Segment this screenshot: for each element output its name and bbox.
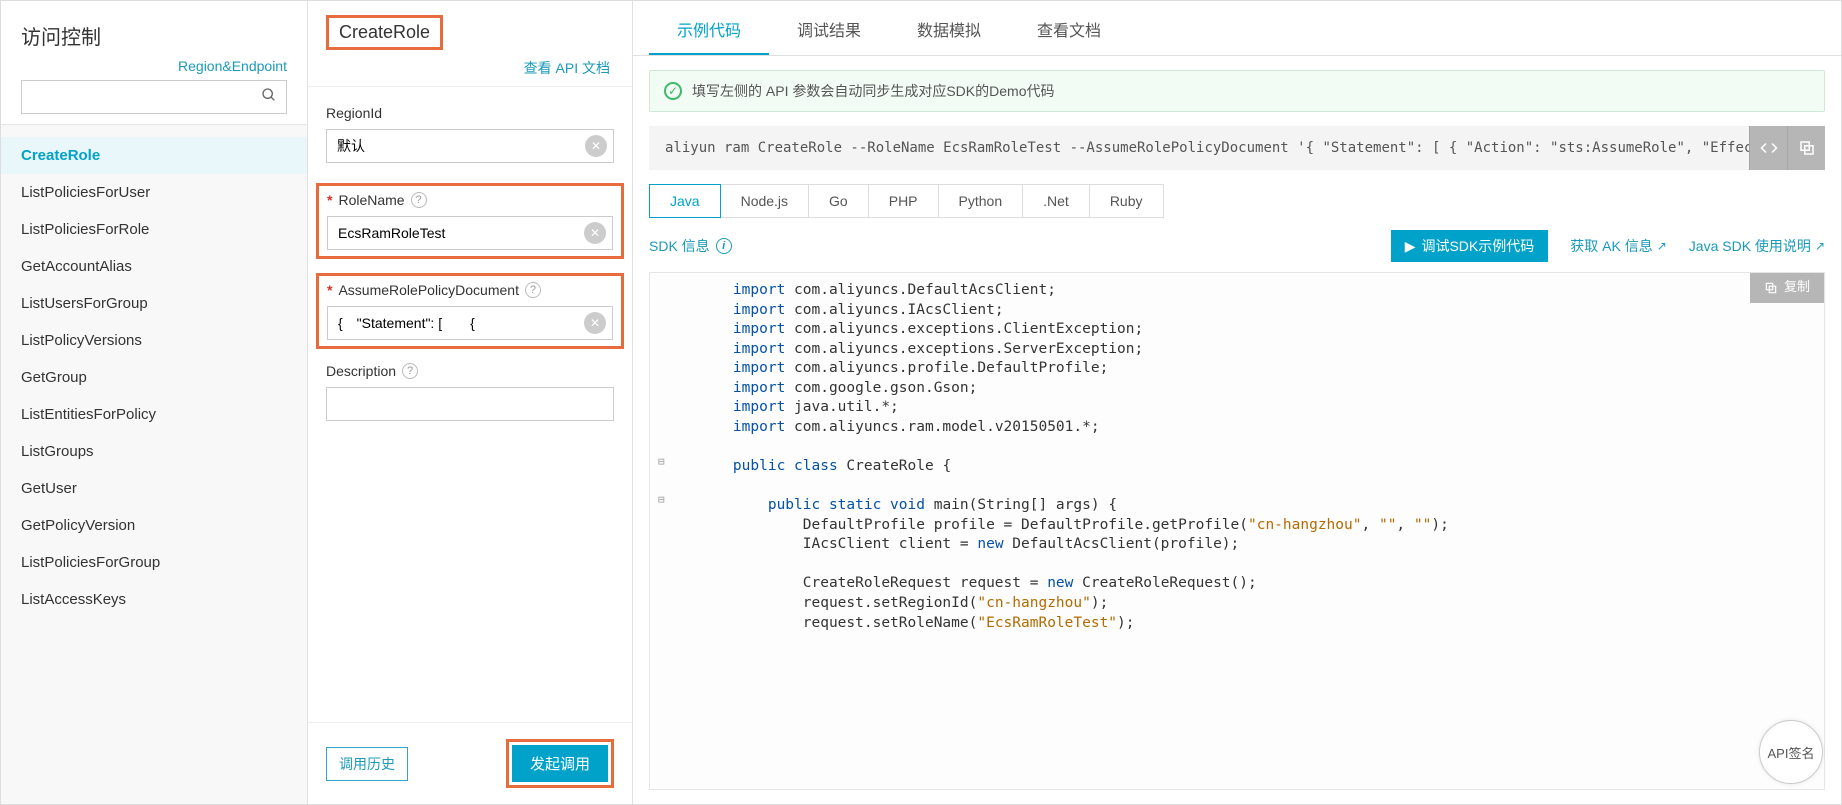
search-icon[interactable] — [252, 87, 286, 108]
code-area[interactable]: 复制 import com.aliyuncs.DefaultAcsClient;… — [649, 272, 1825, 790]
cli-command-text: aliyun ram CreateRole --RoleName EcsRamR… — [665, 140, 1811, 156]
result-tab[interactable]: 数据模拟 — [889, 1, 1009, 55]
description-label: Description — [326, 363, 396, 379]
get-ak-link[interactable]: 获取 AK 信息 ↗ — [1570, 236, 1667, 256]
policy-input[interactable] — [338, 315, 584, 331]
sidebar-item[interactable]: ListPolicyVersions — [1, 322, 307, 359]
result-panel: 示例代码调试结果数据模拟查看文档 ✓ 填写左侧的 API 参数会自动同步生成对应… — [633, 1, 1841, 804]
call-history-button[interactable]: 调用历史 — [326, 747, 408, 781]
api-signature-button[interactable]: API签名 — [1759, 720, 1823, 784]
play-icon: ▶ — [1405, 238, 1416, 255]
api-search[interactable] — [21, 80, 287, 114]
sidebar-item[interactable]: GetUser — [1, 470, 307, 507]
rolename-label: RoleName — [338, 192, 404, 208]
sidebar-item[interactable]: ListUsersForGroup — [1, 285, 307, 322]
sidebar: 访问控制 Region&Endpoint CreateRoleListPolic… — [1, 1, 308, 804]
help-icon[interactable]: ? — [402, 363, 418, 379]
field-assume-policy: * AssumeRolePolicyDocument ? ✕ — [316, 273, 624, 349]
result-tab[interactable]: 调试结果 — [769, 1, 889, 55]
regionid-input-wrap[interactable]: ✕ — [326, 129, 614, 163]
copy-button[interactable]: 复制 — [1750, 273, 1824, 303]
lang-tab[interactable]: Go — [808, 184, 869, 218]
help-icon[interactable]: ? — [525, 282, 541, 298]
sidebar-item[interactable]: ListEntitiesForPolicy — [1, 396, 307, 433]
info-icon: i — [716, 238, 732, 254]
page-title: 访问控制 — [21, 21, 287, 50]
result-tab[interactable]: 查看文档 — [1009, 1, 1129, 55]
help-icon[interactable]: ? — [411, 192, 427, 208]
run-sdk-button[interactable]: ▶ 调试SDK示例代码 — [1391, 230, 1549, 262]
sidebar-item[interactable]: GetAccountAlias — [1, 248, 307, 285]
api-list: CreateRoleListPoliciesForUserListPolicie… — [1, 125, 307, 804]
sidebar-item[interactable]: GetGroup — [1, 359, 307, 396]
cli-tool-code-icon[interactable] — [1749, 126, 1787, 170]
policy-label: AssumeRolePolicyDocument — [338, 282, 519, 298]
lang-tab[interactable]: Node.js — [720, 184, 809, 218]
lang-tab[interactable]: Python — [938, 184, 1024, 218]
policy-input-wrap[interactable]: ✕ — [327, 306, 613, 340]
regionid-label: RegionId — [326, 105, 382, 121]
lang-tab[interactable]: PHP — [868, 184, 939, 218]
result-tab[interactable]: 示例代码 — [649, 1, 769, 55]
lang-tab[interactable]: Java — [649, 184, 721, 218]
lang-tab[interactable]: .Net — [1022, 184, 1090, 218]
rolename-input-wrap[interactable]: ✕ — [327, 216, 613, 250]
lang-tabs: JavaNode.jsGoPHPPython.NetRuby — [649, 184, 1825, 218]
sidebar-item[interactable]: ListGroups — [1, 433, 307, 470]
external-link-icon: ↗ — [1815, 239, 1825, 253]
clear-icon[interactable]: ✕ — [585, 135, 607, 157]
api-search-input[interactable] — [22, 89, 252, 105]
code-content: import com.aliyuncs.DefaultAcsClient; im… — [650, 273, 1824, 641]
description-input-wrap[interactable] — [326, 387, 614, 421]
invoke-button-highlight: 发起调用 — [506, 739, 614, 788]
sidebar-item[interactable]: CreateRole — [1, 137, 307, 174]
sdk-info-link[interactable]: SDK 信息 i — [649, 236, 732, 256]
required-marker: * — [327, 192, 332, 208]
check-icon: ✓ — [664, 82, 682, 100]
clear-icon[interactable]: ✕ — [584, 312, 606, 334]
regionid-input[interactable] — [337, 138, 585, 154]
api-name: CreateRole — [339, 22, 430, 43]
sidebar-item[interactable]: ListPoliciesForGroup — [1, 544, 307, 581]
lang-tab[interactable]: Ruby — [1089, 184, 1164, 218]
invoke-button[interactable]: 发起调用 — [512, 745, 608, 782]
field-description: Description ? — [326, 363, 614, 421]
hint-text: 填写左侧的 API 参数会自动同步生成对应SDK的Demo代码 — [692, 81, 1054, 101]
view-api-doc-link[interactable]: 查看 API 文档 — [326, 58, 614, 78]
clear-icon[interactable]: ✕ — [584, 222, 606, 244]
description-input[interactable] — [337, 396, 607, 412]
external-link-icon: ↗ — [1657, 239, 1667, 253]
sdk-guide-link[interactable]: Java SDK 使用说明 ↗ — [1689, 236, 1825, 256]
hint-bar: ✓ 填写左侧的 API 参数会自动同步生成对应SDK的Demo代码 — [649, 70, 1825, 112]
result-tabs: 示例代码调试结果数据模拟查看文档 — [633, 1, 1841, 56]
sidebar-item[interactable]: ListAccessKeys — [1, 581, 307, 618]
sidebar-item[interactable]: GetPolicyVersion — [1, 507, 307, 544]
required-marker: * — [327, 282, 332, 298]
params-panel: CreateRole 查看 API 文档 RegionId ✕ * RoleNa… — [308, 1, 633, 804]
api-name-highlight: CreateRole — [326, 15, 443, 50]
rolename-input[interactable] — [338, 225, 584, 241]
cli-tool-copy-icon[interactable] — [1787, 126, 1825, 170]
field-regionid: RegionId ✕ — [326, 105, 614, 163]
sidebar-item[interactable]: ListPoliciesForUser — [1, 174, 307, 211]
cli-command-bar: aliyun ram CreateRole --RoleName EcsRamR… — [649, 126, 1825, 170]
field-rolename: * RoleName ? ✕ — [316, 183, 624, 259]
region-endpoint-link[interactable]: Region&Endpoint — [21, 58, 287, 74]
sidebar-item[interactable]: ListPoliciesForRole — [1, 211, 307, 248]
